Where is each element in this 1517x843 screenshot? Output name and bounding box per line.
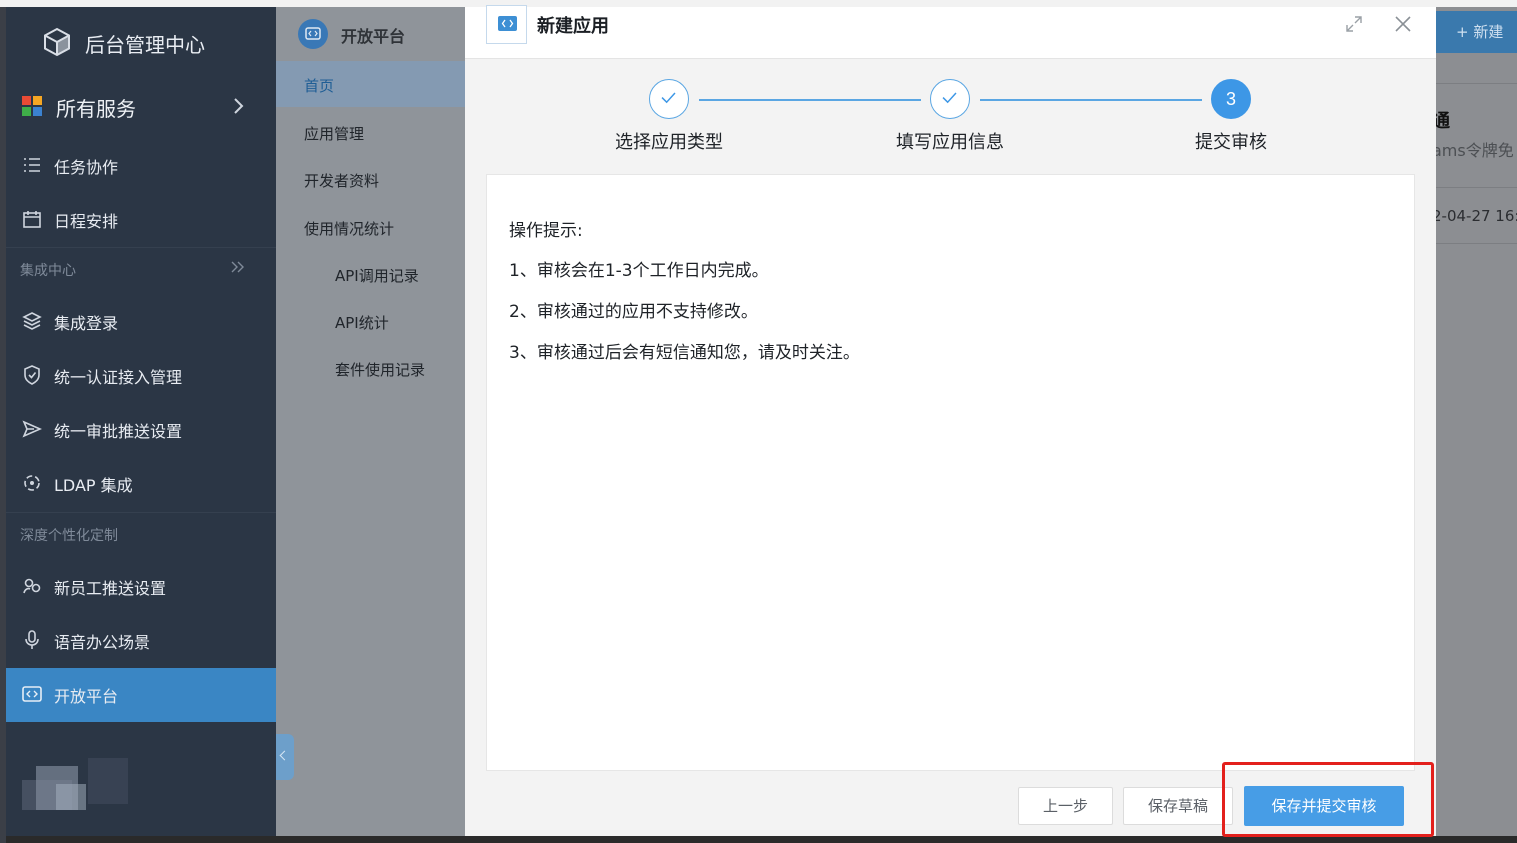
subnav-item-label: API调用记录 [335, 267, 419, 285]
section-deep-customization[interactable]: 深度个性化定制 [6, 512, 276, 552]
tips-panel: 操作提示: 1、审核会在1-3个工作日内完成。 2、审核通过的应用不支持修改。 … [486, 174, 1415, 771]
chevron-right-icon [234, 98, 244, 114]
sidebar-item-label: 新员工推送设置 [54, 579, 167, 598]
steps-indicator: 3 选择应用类型 填写应用信息 提交审核 [465, 59, 1436, 174]
card-title: 通 [1436, 111, 1450, 132]
sidebar-item-tasks[interactable]: 任务协作 [6, 139, 276, 191]
step-connector [980, 99, 1202, 101]
sidebar-item-unified-auth[interactable]: 统一认证接入管理 [6, 349, 276, 401]
new-app-dialog: 新建应用 3 选择应用类型 填写应用信息 提交审核 操作提示: 1、审核会在1-… [465, 5, 1436, 836]
divider [1436, 83, 1517, 84]
maximize-icon[interactable] [1345, 15, 1363, 33]
step-1-done-icon [649, 79, 689, 119]
highlight-annotation-box [1222, 762, 1434, 837]
all-services-label: 所有服务 [56, 97, 136, 121]
brand: 后台管理中心 [6, 7, 276, 77]
card-date: 2-04-27 16:3 [1436, 207, 1517, 225]
subnav-title: 开放平台 [341, 27, 406, 46]
card-subtitle: ams令牌免 [1436, 141, 1514, 160]
sidebar-item-new-employee-push[interactable]: 新员工推送设置 [6, 560, 276, 612]
subnav-item-app-management[interactable]: 应用管理 [276, 109, 466, 155]
close-icon[interactable] [1392, 13, 1414, 35]
avatar[interactable] [16, 754, 136, 814]
subnav-item-label: 使用情况统计 [304, 220, 395, 238]
layers-icon [22, 312, 42, 330]
open-platform-logo-icon [298, 19, 328, 49]
prev-step-button[interactable]: 上一步 [1018, 787, 1113, 825]
app-title: 后台管理中心 [85, 33, 205, 57]
window-top-bar [0, 0, 1517, 7]
sidebar-item-label: 开放平台 [54, 687, 119, 706]
divider [1436, 243, 1517, 244]
sidebar-item-ldap[interactable]: LDAP 集成 [6, 457, 276, 509]
subnav-item-label: 应用管理 [304, 125, 365, 143]
divider [1436, 187, 1517, 188]
sidebar-item-label: 集成登录 [54, 314, 119, 333]
main-sidebar: 后台管理中心 所有服务 任务协作 日程安排 集成中心 集成登录 统一认证接入管理… [6, 7, 276, 836]
tip-item: 2、审核通过的应用不支持修改。 [509, 302, 758, 322]
tip-item: 3、审核通过后会有短信通知您，请及时关注。 [509, 343, 860, 363]
code-icon [22, 686, 42, 702]
subnav-item-label: 套件使用记录 [335, 361, 426, 379]
sidebar-item-label: 语音办公场景 [54, 633, 151, 652]
subnav-header: 开放平台 [276, 7, 466, 59]
list-icon [24, 158, 40, 172]
sidebar-item-voice-office[interactable]: 语音办公场景 [6, 614, 276, 666]
step-3-current: 3 [1211, 79, 1251, 119]
step-2-done-icon [930, 79, 970, 119]
collapse-subnav-button[interactable] [276, 734, 294, 780]
tip-item: 1、审核会在1-3个工作日内完成。 [509, 261, 769, 281]
app-code-icon [486, 5, 527, 44]
sidebar-item-label: 任务协作 [54, 158, 119, 177]
subnav-item-label: 开发者资料 [304, 172, 380, 190]
microphone-icon [25, 630, 39, 649]
dialog-header: 新建应用 [465, 5, 1436, 59]
sidebar-item-schedule[interactable]: 日程安排 [6, 193, 276, 245]
section-label: 深度个性化定制 [20, 528, 118, 544]
sidebar-item-open-platform[interactable]: 开放平台 [6, 668, 276, 722]
section-label: 集成中心 [20, 263, 76, 279]
sidebar-item-label: 统一审批推送设置 [54, 422, 183, 441]
new-button[interactable]: + 新建 [1436, 11, 1517, 53]
all-services-menu[interactable]: 所有服务 [6, 77, 276, 135]
step-2-label: 填写应用信息 [896, 132, 1004, 153]
subnav-item-label: 首页 [304, 77, 335, 95]
open-platform-subnav: 开放平台 首页 应用管理 开发者资料 使用情况统计 API调用记录 API统计 … [276, 7, 466, 836]
apps-grid-icon [22, 96, 42, 116]
double-chevron-right-icon [231, 261, 244, 273]
sidebar-item-label: LDAP 集成 [54, 476, 133, 495]
subnav-item-label: API统计 [335, 314, 389, 332]
dialog-title: 新建应用 [537, 16, 609, 37]
ldap-icon [24, 475, 40, 491]
cube-logo-icon [44, 27, 70, 57]
subnav-item-api-call-log[interactable]: API调用记录 [276, 251, 466, 297]
step-3-label: 提交审核 [1195, 132, 1267, 153]
shield-icon [24, 365, 40, 385]
sidebar-item-label: 日程安排 [54, 212, 119, 231]
save-draft-button[interactable]: 保存草稿 [1123, 787, 1233, 825]
calendar-icon [23, 211, 41, 228]
subnav-item-api-stats[interactable]: API统计 [276, 298, 466, 344]
section-integration-center[interactable]: 集成中心 [6, 247, 276, 287]
users-icon [23, 578, 41, 594]
step-1-label: 选择应用类型 [615, 132, 723, 153]
background-content: + 新建 通 ams令牌免 2-04-27 16:3 [1436, 7, 1517, 836]
sidebar-item-integrated-login[interactable]: 集成登录 [6, 295, 276, 347]
tips-title: 操作提示: [509, 221, 583, 241]
send-icon [22, 420, 42, 438]
subnav-item-home[interactable]: 首页 [276, 61, 466, 107]
subnav-item-suite-usage-log[interactable]: 套件使用记录 [276, 345, 466, 391]
step-connector [699, 99, 921, 101]
subnav-item-developer-profile[interactable]: 开发者资料 [276, 156, 466, 202]
subnav-item-usage-stats[interactable]: 使用情况统计 [276, 204, 466, 250]
sidebar-item-approval-push[interactable]: 统一审批推送设置 [6, 403, 276, 455]
sidebar-item-label: 统一认证接入管理 [54, 368, 183, 387]
